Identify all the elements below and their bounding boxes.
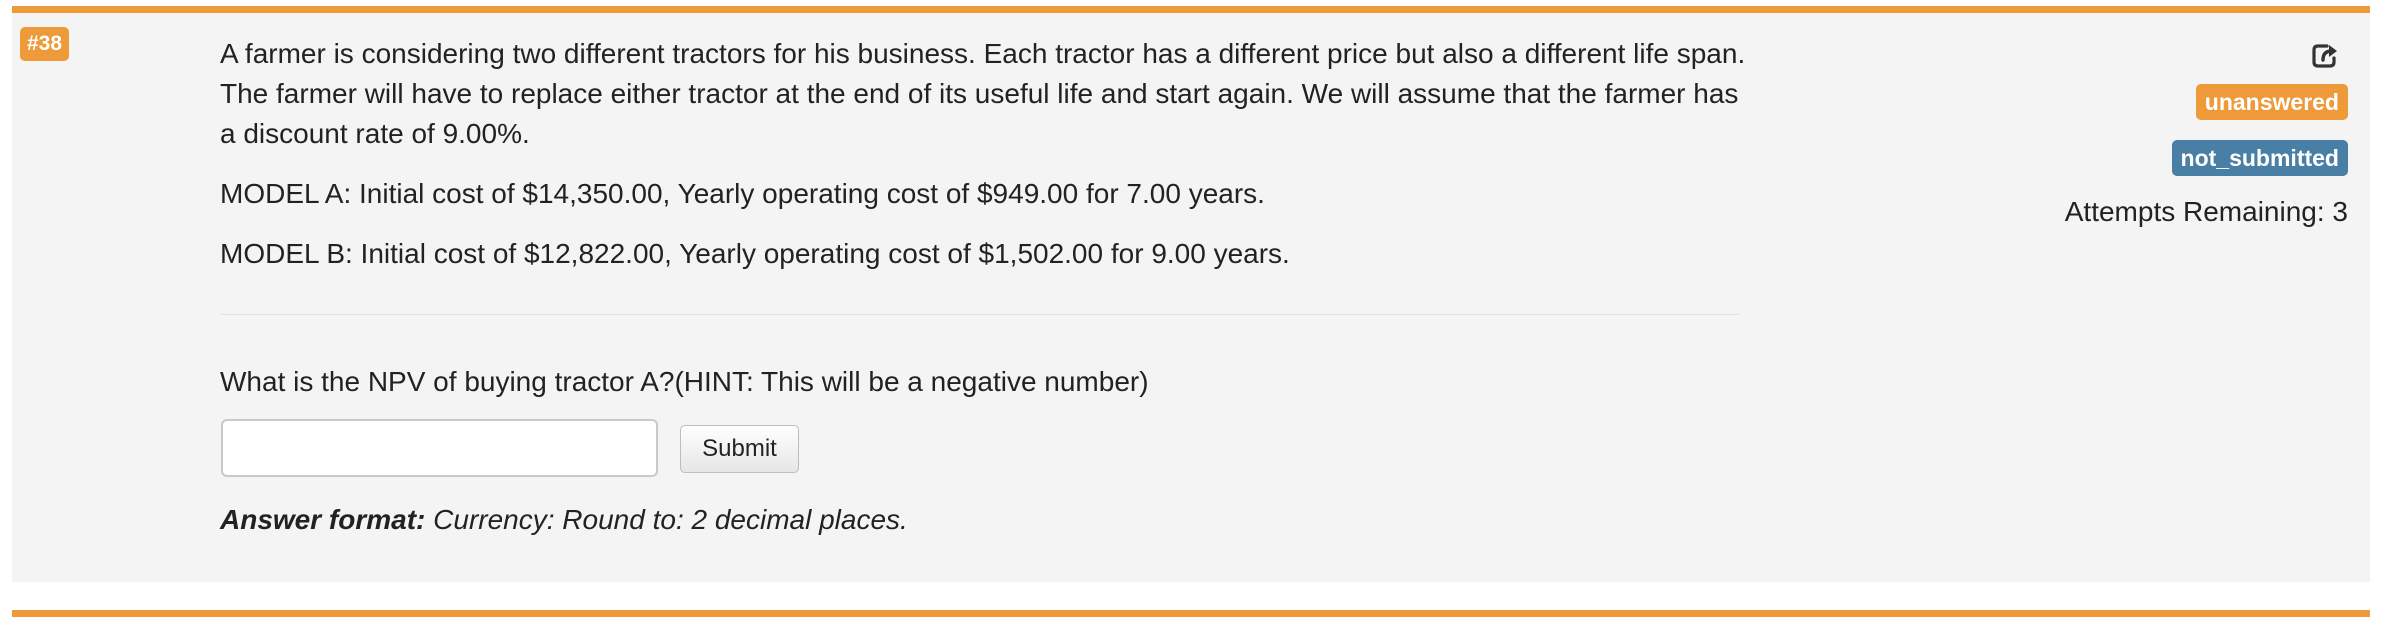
section-divider xyxy=(220,314,1740,315)
answer-input[interactable] xyxy=(221,419,658,477)
status-badge-not-submitted: not_submitted xyxy=(2171,140,2348,176)
question-intro: A farmer is considering two different tr… xyxy=(220,38,1746,149)
model-b-description: MODEL B: Initial cost of $12,822.00, Yea… xyxy=(220,238,1290,269)
model-a-description: MODEL A: Initial cost of $14,350.00, Yea… xyxy=(220,178,1265,209)
submit-button[interactable]: Submit xyxy=(680,425,799,473)
share-refresh-icon[interactable] xyxy=(2310,40,2340,70)
top-accent-rule xyxy=(12,6,2370,13)
status-badge-unanswered: unanswered xyxy=(2195,84,2348,120)
answer-format-label: Answer format: xyxy=(220,504,426,535)
share-refresh-icon-graphic xyxy=(2312,44,2337,68)
attempts-remaining: Attempts Remaining: 3 xyxy=(2064,196,2348,227)
question-prompt: What is the NPV of buying tractor A?(HIN… xyxy=(220,366,1149,397)
question-number-badge: #38 xyxy=(20,27,70,61)
answer-format: Answer format: Currency: Round to: 2 dec… xyxy=(220,500,908,540)
question-stem: A farmer is considering two different tr… xyxy=(220,34,1750,274)
bottom-accent-rule xyxy=(12,610,2370,617)
answer-format-text: Currency: Round to: 2 decimal places. xyxy=(433,504,908,535)
